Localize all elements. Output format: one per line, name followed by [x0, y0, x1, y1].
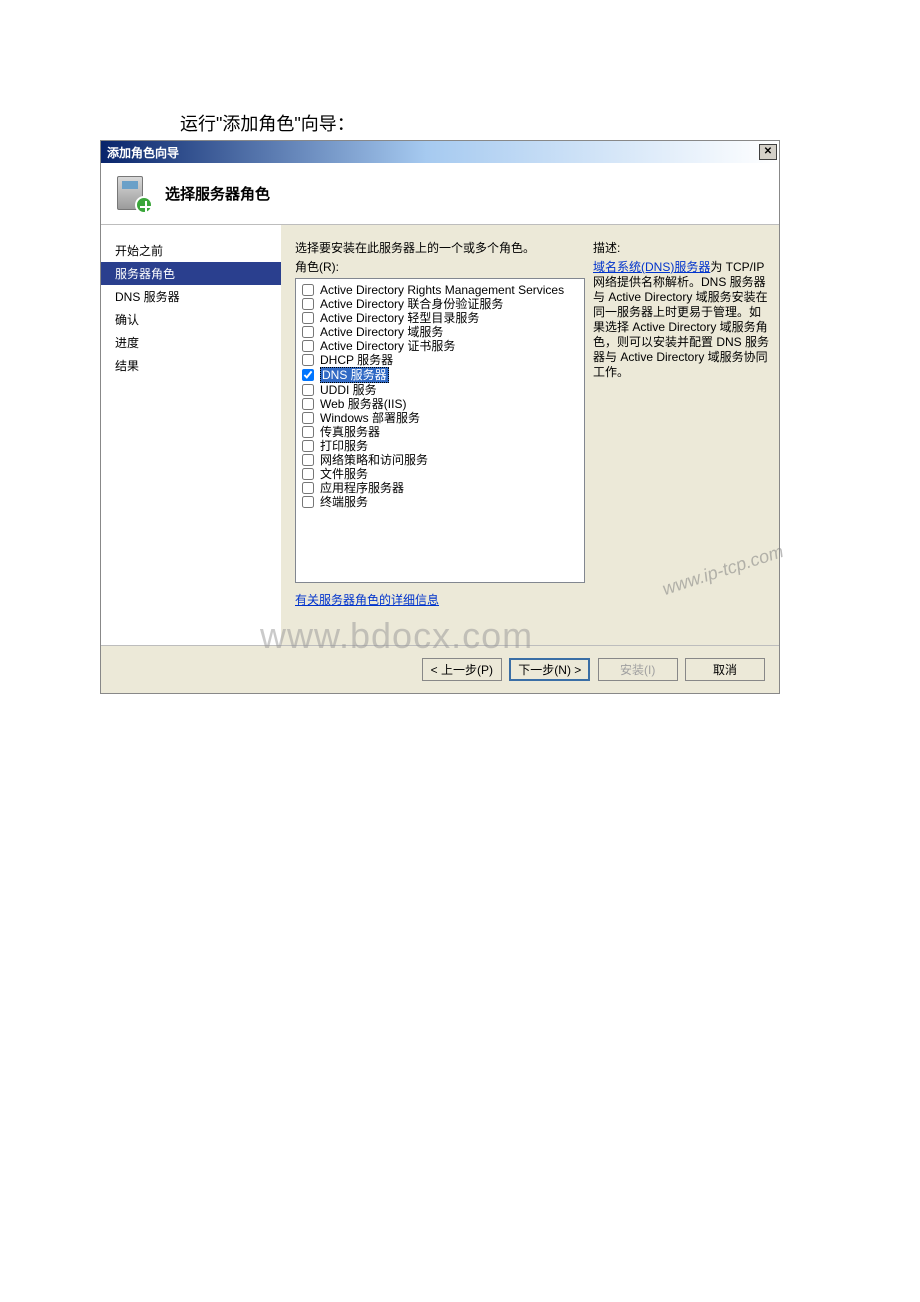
role-row[interactable]: Active Directory 联合身份验证服务: [300, 297, 580, 311]
role-name: 打印服务: [320, 439, 368, 453]
role-row[interactable]: Web 服务器(IIS): [300, 397, 580, 411]
prev-button[interactable]: < 上一步(P): [422, 658, 502, 681]
role-checkbox[interactable]: [302, 412, 314, 424]
role-checkbox[interactable]: [302, 384, 314, 396]
description-link[interactable]: 域名系统(DNS)服务器: [593, 260, 710, 274]
role-checkbox[interactable]: [302, 468, 314, 480]
role-name: 传真服务器: [320, 425, 380, 439]
role-name: 终端服务: [320, 495, 368, 509]
instruction-text: 选择要安装在此服务器上的一个或多个角色。: [295, 239, 585, 256]
role-row[interactable]: 终端服务: [300, 495, 580, 509]
cancel-button[interactable]: 取消: [685, 658, 765, 681]
role-checkbox[interactable]: [302, 454, 314, 466]
wizard-window: 添加角色向导 ✕ 选择服务器角色 开始之前服务器角色DNS 服务器确认进度结果 …: [100, 140, 780, 694]
role-row[interactable]: Windows 部署服务: [300, 411, 580, 425]
role-row[interactable]: Active Directory Rights Management Servi…: [300, 283, 580, 297]
role-row[interactable]: 打印服务: [300, 439, 580, 453]
role-row[interactable]: 文件服务: [300, 467, 580, 481]
role-checkbox[interactable]: [302, 398, 314, 410]
role-name: Windows 部署服务: [320, 411, 420, 425]
roles-label: 角色(R):: [295, 258, 585, 275]
role-checkbox[interactable]: [302, 298, 314, 310]
intro-text: 运行"添加角色"向导：: [180, 110, 920, 136]
role-row[interactable]: 网络策略和访问服务: [300, 453, 580, 467]
role-checkbox[interactable]: [302, 340, 314, 352]
roles-listbox[interactable]: Active Directory Rights Management Servi…: [295, 278, 585, 583]
role-row[interactable]: Active Directory 轻型目录服务: [300, 311, 580, 325]
description-title: 描述:: [593, 239, 771, 256]
role-row[interactable]: DNS 服务器: [300, 367, 580, 383]
role-name: Active Directory 证书服务: [320, 339, 455, 353]
header-banner: 选择服务器角色: [101, 163, 779, 225]
role-name: 文件服务: [320, 467, 368, 481]
role-checkbox[interactable]: [302, 354, 314, 366]
role-checkbox[interactable]: [302, 426, 314, 438]
role-row[interactable]: UDDI 服务: [300, 383, 580, 397]
description-body: 域名系统(DNS)服务器为 TCP/IP 网络提供名称解析。DNS 服务器与 A…: [593, 260, 771, 380]
sidebar-item-0[interactable]: 开始之前: [101, 239, 281, 262]
role-name: Active Directory 域服务: [320, 325, 443, 339]
install-button: 安装(I): [598, 658, 678, 681]
role-row[interactable]: 传真服务器: [300, 425, 580, 439]
role-name: Active Directory 轻型目录服务: [320, 311, 479, 325]
role-checkbox[interactable]: [302, 440, 314, 452]
role-name: Active Directory Rights Management Servi…: [320, 283, 564, 297]
sidebar-item-1[interactable]: 服务器角色: [101, 262, 281, 285]
sidebar-item-2[interactable]: DNS 服务器: [101, 285, 281, 308]
sidebar-item-3[interactable]: 确认: [101, 308, 281, 331]
close-icon[interactable]: ✕: [759, 144, 777, 160]
role-checkbox[interactable]: [302, 284, 314, 296]
sidebar-item-4[interactable]: 进度: [101, 331, 281, 354]
server-role-icon: [113, 174, 153, 214]
role-row[interactable]: 应用程序服务器: [300, 481, 580, 495]
titlebar[interactable]: 添加角色向导 ✕: [101, 141, 779, 163]
role-row[interactable]: DHCP 服务器: [300, 353, 580, 367]
description-text: 为 TCP/IP 网络提供名称解析。DNS 服务器与 Active Direct…: [593, 260, 769, 379]
window-title: 添加角色向导: [103, 144, 759, 161]
banner-title: 选择服务器角色: [165, 183, 270, 204]
role-name: DNS 服务器: [320, 367, 389, 383]
role-checkbox[interactable]: [302, 326, 314, 338]
role-name: 网络策略和访问服务: [320, 453, 428, 467]
sidebar-item-5[interactable]: 结果: [101, 354, 281, 377]
role-row[interactable]: Active Directory 域服务: [300, 325, 580, 339]
role-name: 应用程序服务器: [320, 481, 404, 495]
next-button[interactable]: 下一步(N) >: [509, 658, 590, 681]
wizard-footer: < 上一步(P) 下一步(N) > 安装(I) 取消: [101, 645, 779, 693]
role-name: Web 服务器(IIS): [320, 397, 406, 411]
role-checkbox[interactable]: [302, 482, 314, 494]
role-checkbox[interactable]: [302, 312, 314, 324]
role-checkbox[interactable]: [302, 496, 314, 508]
wizard-sidebar: 开始之前服务器角色DNS 服务器确认进度结果: [101, 225, 281, 645]
more-info-link[interactable]: 有关服务器角色的详细信息: [295, 591, 585, 608]
role-name: Active Directory 联合身份验证服务: [320, 297, 503, 311]
role-name: UDDI 服务: [320, 383, 377, 397]
role-row[interactable]: Active Directory 证书服务: [300, 339, 580, 353]
description-panel: 描述: 域名系统(DNS)服务器为 TCP/IP 网络提供名称解析。DNS 服务…: [593, 239, 771, 641]
role-checkbox[interactable]: [302, 369, 314, 381]
role-name: DHCP 服务器: [320, 353, 393, 367]
